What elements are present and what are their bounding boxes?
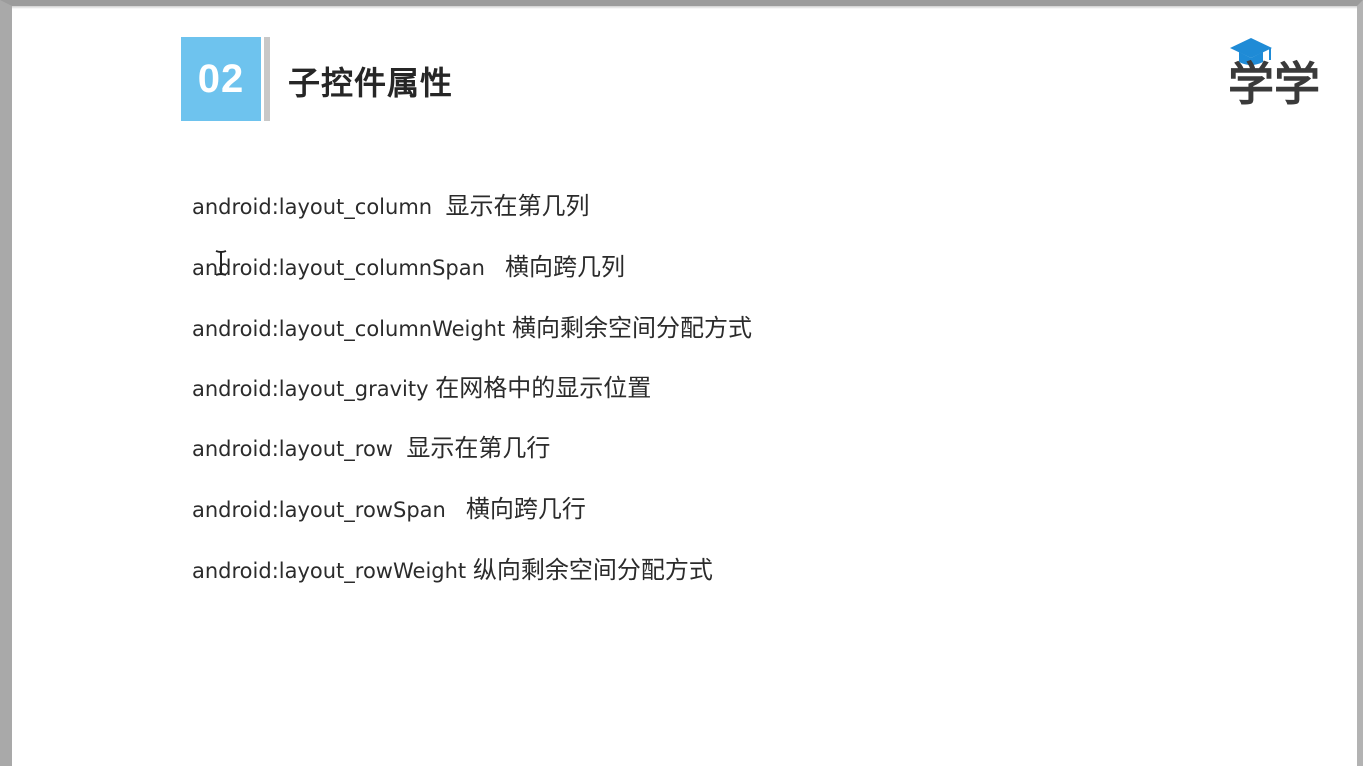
logo-text: 学学 (1228, 57, 1320, 111)
text-cursor-icon (215, 250, 227, 276)
property-row: android:layout_rowWeight 纵向剩余空间分配方式 (192, 550, 713, 585)
property-key: android:layout_columnSpan (192, 256, 485, 280)
property-row: android:layout_columnSpan 横向跨几列 (192, 247, 625, 282)
property-key: android:layout_rowWeight (192, 559, 467, 583)
property-description: 横向剩余空间分配方式 (511, 314, 752, 342)
property-separator (485, 256, 505, 280)
property-separator (432, 195, 445, 219)
property-separator (393, 437, 406, 461)
property-description: 显示在第几行 (406, 434, 551, 462)
property-row: android:layout_columnWeight 横向剩余空间分配方式 (192, 308, 752, 343)
property-separator (505, 317, 512, 341)
property-description: 纵向剩余空间分配方式 (472, 556, 713, 584)
property-row: android:layout_rowSpan 横向跨几行 (192, 489, 586, 524)
window-frame: 02 子控件属性 学学 android:layout_column 显示在第几列… (0, 0, 1363, 766)
property-row: android:layout_column 显示在第几列 (192, 186, 589, 221)
section-number: 02 (197, 56, 245, 101)
property-row: android:layout_row 显示在第几行 (192, 428, 550, 463)
property-description: 横向跨几行 (465, 495, 586, 523)
property-description: 横向跨几列 (504, 253, 625, 281)
property-key: android:layout_column (192, 195, 433, 219)
property-row: android:layout_gravity 在网格中的显示位置 (192, 368, 651, 403)
slide: 02 子控件属性 学学 android:layout_column 显示在第几列… (12, 6, 1357, 766)
property-description: 显示在第几列 (445, 192, 590, 220)
graduation-cap-logo: 学学 (1228, 38, 1320, 111)
property-key: android:layout_gravity (192, 377, 429, 401)
property-separator (446, 498, 466, 522)
property-key: android:layout_columnWeight (192, 317, 506, 341)
property-description: 在网格中的显示位置 (435, 374, 652, 402)
property-separator (466, 559, 473, 583)
page-title: 子控件属性 (288, 64, 454, 102)
title-divider (264, 37, 270, 121)
section-number-badge: 02 (181, 37, 261, 121)
property-key: android:layout_row (192, 437, 393, 461)
property-key: android:layout_rowSpan (192, 498, 446, 522)
